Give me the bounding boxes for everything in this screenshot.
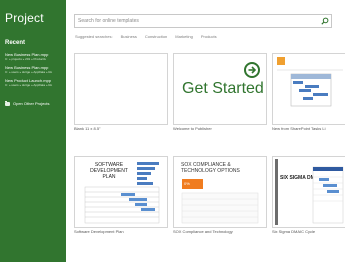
- template-tile-six-sigma[interactable]: SIX SIGMA DMAIC CYCLE: [272, 156, 345, 228]
- recent-item-path: C: » projects » 201 » Productiv: [5, 57, 47, 61]
- suggested-searches-label: Suggested searches:: [75, 34, 113, 39]
- folder-icon: [5, 100, 10, 106]
- suggestion-products[interactable]: Products: [201, 34, 217, 39]
- search-input[interactable]: Search for online templates: [78, 18, 139, 24]
- sox-thumbnail: [181, 192, 259, 224]
- template-tile-sox[interactable]: SOX COMPLIANCE & TECHNOLOGY OPTIONS 0%: [173, 156, 267, 228]
- recent-item[interactable]: New Product Launch.mpp C: » users » skrt…: [5, 78, 65, 87]
- template-label: Six Sigma DMAIC Cycle: [272, 229, 316, 234]
- template-label: SOX Compliance and Technology: [173, 229, 233, 234]
- app-title: Project: [5, 11, 44, 25]
- software-dev-thumbnail: [84, 162, 160, 224]
- recent-item-path: C: » users » skrtge » AppData » Ro: [5, 83, 53, 87]
- suggestion-business[interactable]: Business: [121, 34, 137, 39]
- template-tile-blank[interactable]: [74, 53, 168, 125]
- template-label: Software Development Plan: [74, 229, 124, 234]
- search-button[interactable]: [319, 15, 331, 27]
- template-tile-software-dev[interactable]: SOFTWARE DEVELOPMENT PLAN: [74, 156, 168, 228]
- sidebar: Project Recent New Business Plan.mpp C: …: [0, 0, 66, 262]
- suggested-searches: Suggested searches: Business Constructio…: [75, 34, 217, 39]
- open-other-label: Open Other Projects: [13, 101, 50, 106]
- recent-item-path: C: » users » skrtge » AppData » Ro: [5, 70, 53, 74]
- recent-heading: Recent: [5, 40, 26, 46]
- recent-list: New Business Plan.mpp C: » projects » 20…: [5, 52, 65, 91]
- template-tile-sharepoint[interactable]: [272, 53, 345, 125]
- template-label: Welcome to Publisher: [173, 126, 212, 131]
- recent-item[interactable]: New Business Plan.mpp C: » projects » 20…: [5, 52, 65, 61]
- sharepoint-thumbnail: [277, 57, 343, 107]
- template-label: New from SharePoint Tasks Li: [272, 126, 326, 131]
- suggestion-marketing[interactable]: Marketing: [175, 34, 193, 39]
- recent-item[interactable]: New Business Plan.mpp C: » users » skrtg…: [5, 65, 65, 74]
- get-started-text: Get Started: [182, 80, 264, 97]
- search-box[interactable]: Search for online templates: [74, 14, 332, 28]
- template-label: Blank 11 x 8.5": [74, 126, 101, 131]
- main-panel: Search for online templates Suggested se…: [66, 0, 345, 262]
- arrow-right-icon: [244, 62, 260, 78]
- open-other-projects-link[interactable]: Open Other Projects: [5, 100, 65, 106]
- template-tile-welcome[interactable]: Get Started: [173, 53, 267, 125]
- suggestion-construction[interactable]: Construction: [145, 34, 167, 39]
- six-sigma-thumbnail: [275, 159, 344, 225]
- search-icon: [321, 17, 329, 25]
